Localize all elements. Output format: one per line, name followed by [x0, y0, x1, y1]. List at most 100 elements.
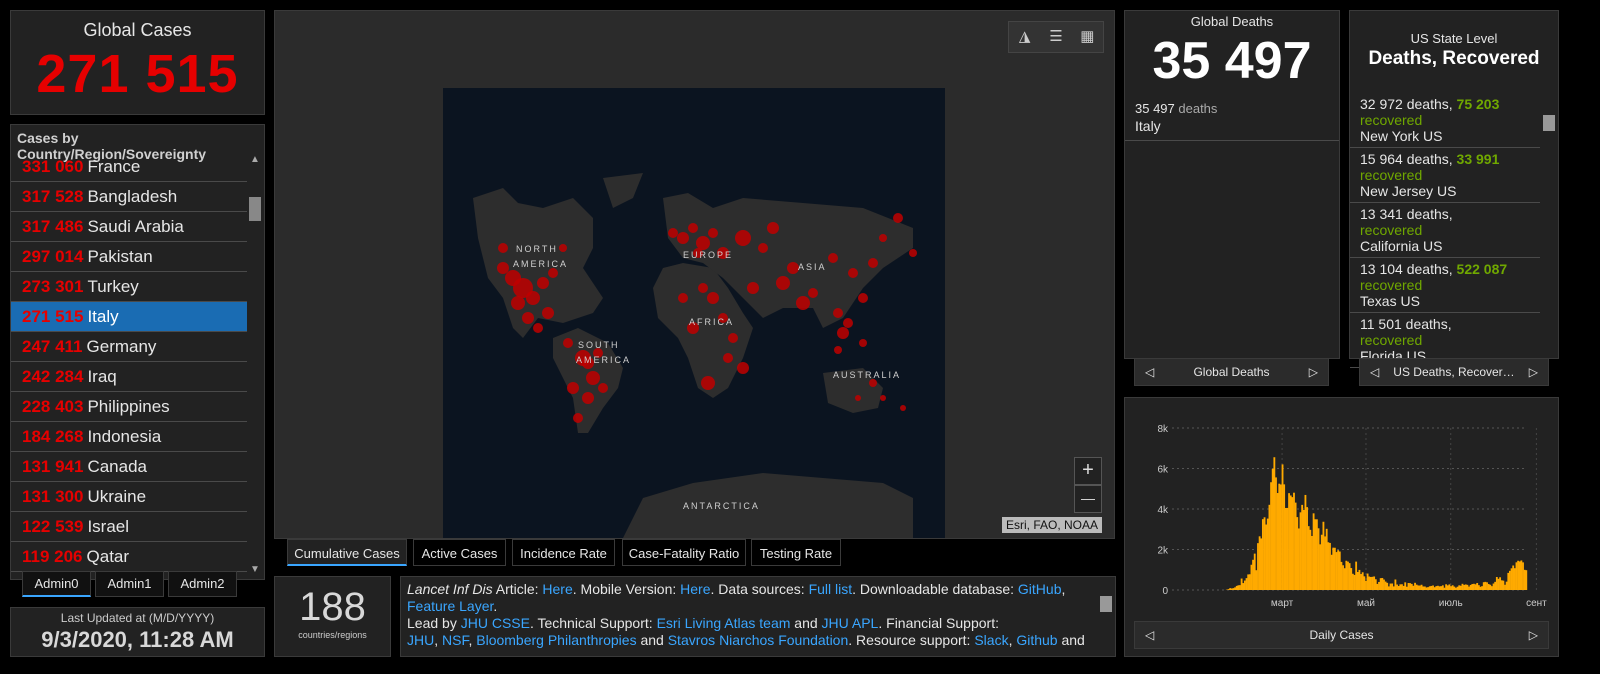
case-circle[interactable]: [598, 383, 608, 393]
country-row[interactable]: 247 411 Germany: [11, 332, 247, 362]
country-row[interactable]: 228 403 Philippines: [11, 392, 247, 422]
case-circle[interactable]: [559, 244, 567, 252]
case-circle[interactable]: [707, 292, 719, 304]
next-arrow-icon[interactable]: ▷: [1529, 622, 1538, 648]
scroll-up-icon[interactable]: ▲: [250, 154, 260, 165]
esri-link[interactable]: Esri Living Atlas team: [657, 615, 791, 631]
case-circle[interactable]: [848, 268, 858, 278]
list-icon[interactable]: ☰: [1040, 22, 1071, 52]
tab-active-cases[interactable]: Active Cases: [413, 539, 506, 566]
case-circle[interactable]: [735, 230, 751, 246]
jhu-apl-link[interactable]: JHU APL: [822, 615, 879, 631]
case-circle[interactable]: [526, 291, 540, 305]
github-link[interactable]: GitHub: [1018, 581, 1062, 597]
case-circle[interactable]: [563, 338, 573, 348]
bloomberg-link[interactable]: Bloomberg Philanthropies: [476, 632, 636, 648]
nsf-link[interactable]: NSF: [442, 632, 468, 648]
us-state-item[interactable]: 32 972 deaths, 75 203 recovered New York U…: [1350, 93, 1540, 148]
next-arrow-icon[interactable]: ▷: [1309, 359, 1318, 385]
case-circle[interactable]: [837, 327, 849, 339]
info-scroll-thumb[interactable]: [1100, 596, 1112, 612]
case-circle[interactable]: [533, 323, 543, 333]
stavros-link[interactable]: Stavros Niarchos Foundation: [668, 632, 849, 648]
tab-admin1[interactable]: Admin1: [95, 571, 164, 597]
country-row[interactable]: 317 528 Bangladesh: [11, 182, 247, 212]
case-circle[interactable]: [723, 353, 733, 363]
country-row[interactable]: 271 515 Italy: [11, 302, 247, 332]
github2-link[interactable]: Github: [1016, 632, 1057, 648]
us-state-scrollbar[interactable]: [1542, 103, 1556, 358]
case-circle[interactable]: [728, 333, 738, 343]
case-circle[interactable]: [828, 253, 838, 263]
tab-testing-rate[interactable]: Testing Rate: [751, 539, 841, 566]
case-circle[interactable]: [767, 222, 779, 234]
case-circle[interactable]: [668, 228, 678, 238]
case-circle[interactable]: [522, 312, 534, 324]
case-circle[interactable]: [758, 243, 768, 253]
country-row[interactable]: 331 060 France: [11, 152, 247, 182]
case-circle[interactable]: [678, 293, 688, 303]
country-row[interactable]: 131 300 Ukraine: [11, 482, 247, 512]
next-arrow-icon[interactable]: ▷: [1529, 359, 1538, 385]
scroll-down-icon[interactable]: ▼: [250, 564, 260, 575]
feature-layer-link[interactable]: Feature Layer: [407, 598, 493, 614]
case-circle[interactable]: [708, 228, 718, 238]
qr-icon[interactable]: ▦: [1072, 22, 1103, 52]
case-circle[interactable]: [677, 232, 689, 244]
us-scroll-thumb[interactable]: [1543, 115, 1555, 131]
case-circle[interactable]: [542, 307, 554, 319]
country-row[interactable]: 273 301 Turkey: [11, 272, 247, 302]
case-circle[interactable]: [567, 382, 579, 394]
case-circle[interactable]: [833, 308, 843, 318]
case-circle[interactable]: [586, 371, 600, 385]
case-circle[interactable]: [582, 392, 594, 404]
case-circle[interactable]: [701, 376, 715, 390]
world-map[interactable]: NORTH AMERICA EUROPE ASIA AFRICA SOUTH A…: [443, 88, 945, 538]
tab-admin2[interactable]: Admin2: [168, 571, 237, 597]
case-circle[interactable]: [893, 213, 903, 223]
tab-incidence-rate[interactable]: Incidence Rate: [512, 539, 615, 566]
case-circle[interactable]: [843, 318, 853, 328]
country-row[interactable]: 119 206 Qatar: [11, 542, 247, 572]
case-circle[interactable]: [688, 223, 698, 233]
jhu-link[interactable]: JHU: [407, 632, 434, 648]
slack-link[interactable]: Slack: [974, 632, 1008, 648]
mobile-link[interactable]: Here: [680, 581, 710, 597]
case-circle[interactable]: [869, 379, 877, 387]
case-circle[interactable]: [900, 405, 906, 411]
case-circle[interactable]: [858, 293, 868, 303]
article-link[interactable]: Here: [542, 581, 572, 597]
country-row[interactable]: 184 268 Indonesia: [11, 422, 247, 452]
case-circle[interactable]: [879, 234, 887, 242]
case-circle[interactable]: [855, 395, 861, 401]
us-state-item[interactable]: 13 104 deaths, 522 087 recovered Texas US: [1350, 258, 1540, 313]
info-scrollbar[interactable]: [1099, 580, 1113, 654]
us-state-item[interactable]: 13 341 deaths, recovered California US: [1350, 203, 1540, 258]
case-circle[interactable]: [868, 258, 878, 268]
case-circle[interactable]: [880, 395, 886, 401]
case-circle[interactable]: [909, 249, 917, 257]
case-circle[interactable]: [573, 413, 583, 423]
case-circle[interactable]: [696, 236, 710, 250]
case-circle[interactable]: [796, 296, 810, 310]
tab-case-fatality-ratio[interactable]: Case-Fatality Ratio: [622, 539, 746, 566]
case-circle[interactable]: [537, 277, 549, 289]
jhu-csse-link[interactable]: JHU CSSE: [461, 615, 530, 631]
tab-admin0[interactable]: Admin0: [22, 571, 91, 597]
case-circle[interactable]: [834, 346, 842, 354]
zoom-in-button[interactable]: +: [1074, 457, 1102, 485]
case-circle[interactable]: [776, 276, 790, 290]
country-row[interactable]: 297 014 Pakistan: [11, 242, 247, 272]
country-row[interactable]: 131 941 Canada: [11, 452, 247, 482]
country-row[interactable]: 122 539 Israel: [11, 512, 247, 542]
case-circle[interactable]: [698, 283, 708, 293]
country-row[interactable]: 242 284 Iraq: [11, 362, 247, 392]
case-circle[interactable]: [737, 362, 749, 374]
case-circle[interactable]: [505, 270, 521, 286]
zoom-out-button[interactable]: —: [1074, 485, 1102, 513]
tab-cumulative-cases[interactable]: Cumulative Cases: [287, 539, 407, 566]
case-circle[interactable]: [548, 268, 558, 278]
scroll-thumb[interactable]: [249, 197, 261, 221]
country-list-scrollbar[interactable]: ▲ ▼: [248, 152, 262, 577]
full-list-link[interactable]: Full list: [809, 581, 853, 597]
